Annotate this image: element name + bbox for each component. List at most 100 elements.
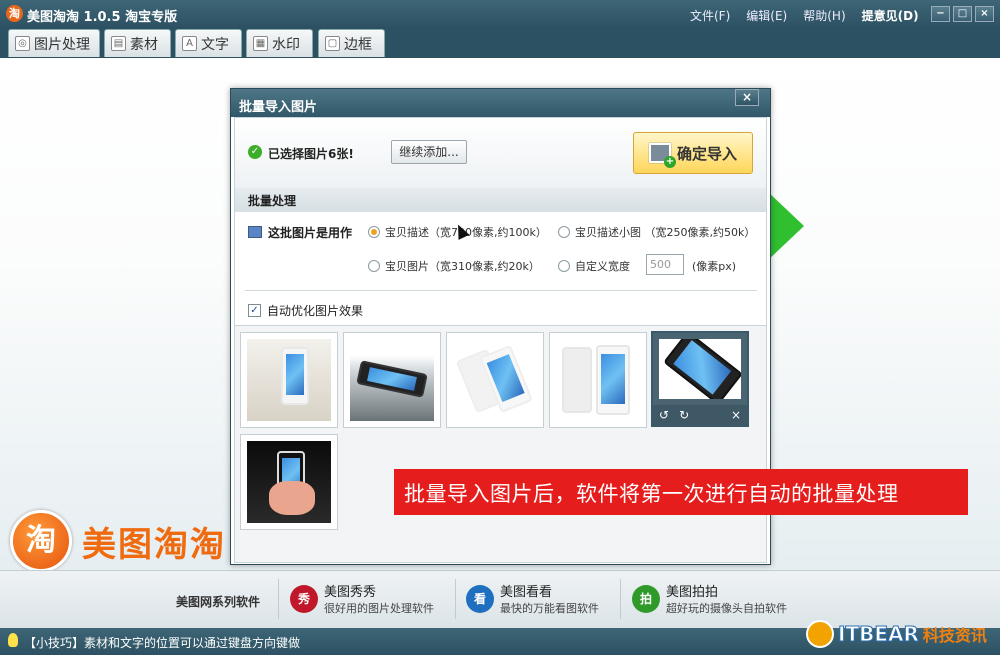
tab-border[interactable]: ▢ 边框 xyxy=(318,29,385,57)
watermark-cn: 科技资讯 xyxy=(922,626,987,645)
radio-item-image[interactable]: 宝贝图片（宽310像素,约20k） xyxy=(368,258,540,274)
radio-label: 宝贝图片（宽310像素,约20k） xyxy=(385,260,540,273)
paipai-icon: 拍 xyxy=(632,584,660,613)
rotate-left-icon[interactable]: ↺ xyxy=(659,408,669,422)
close-window-button[interactable]: × xyxy=(975,6,994,22)
radio-custom-width[interactable]: 自定义宽度 xyxy=(558,258,630,274)
title-bar: 淘 美图淘淘 1.0.5 淘宝专版 文件(F) 编辑(E) 帮助(H) 提意见(… xyxy=(0,0,1000,28)
thumbnail-6[interactable] xyxy=(240,434,338,530)
product-meitu-kankan[interactable]: 看 美图看看 最快的万能看图软件 xyxy=(466,581,599,616)
radio-dot[interactable] xyxy=(558,260,570,272)
check-circle-icon: ✓ xyxy=(248,145,262,159)
tab-bar: ◎ 图片处理 ▤ 素材 A 文字 ▦ 水印 ▢ 边框 xyxy=(0,28,1000,58)
divider xyxy=(620,579,621,619)
maximize-button[interactable]: □ xyxy=(953,6,972,22)
auto-optimize-option[interactable]: ✓ 自动优化图片效果 xyxy=(248,302,363,319)
photo-hand-iphone-side xyxy=(350,339,434,421)
material-icon: ▤ xyxy=(111,36,126,51)
brand-logo: 淘 美图淘淘 xyxy=(10,510,226,572)
radio-item-description-small[interactable]: 宝贝描述小图 （宽250像素,约50k） xyxy=(558,224,755,240)
text-icon: A xyxy=(182,36,197,51)
menu-edit[interactable]: 编辑(E) xyxy=(746,7,787,24)
thumbnail-controls: ↺ ↻ × xyxy=(653,405,747,425)
product-name: 美图秀秀 xyxy=(324,585,377,600)
annotation-caption: 批量导入图片后，软件将第一次进行自动的批量处理 xyxy=(394,469,968,515)
import-image-icon xyxy=(648,143,676,168)
thumbnail-1[interactable] xyxy=(240,332,338,428)
radio-label: 宝贝描述小图 （宽250像素,约50k） xyxy=(575,226,756,239)
window-title: 美图淘淘 1.0.5 淘宝专版 xyxy=(27,10,178,25)
bear-logo-icon xyxy=(806,620,834,648)
radio-dot[interactable] xyxy=(368,260,380,272)
selection-row: ✓ 已选择图片6张! 继续添加... 确定导入 xyxy=(235,118,766,188)
delete-icon[interactable]: × xyxy=(731,408,741,422)
menu-file[interactable]: 文件(F) xyxy=(690,7,730,24)
product-name: 美图看看 xyxy=(500,585,553,600)
window-controls: − □ × xyxy=(931,6,994,22)
divider xyxy=(245,290,757,291)
product-name: 美图拍拍 xyxy=(666,585,719,600)
product-desc: 最快的万能看图软件 xyxy=(500,602,599,615)
batch-processing-header: 批量处理 xyxy=(235,188,766,212)
hand-shape xyxy=(269,481,315,515)
tab-label: 素材 xyxy=(130,36,158,53)
border-icon: ▢ xyxy=(325,36,340,51)
tab-watermark[interactable]: ▦ 水印 xyxy=(246,29,313,57)
divider xyxy=(278,579,279,619)
watermark-icon: ▦ xyxy=(253,36,268,51)
product-meitu-xiuxiu[interactable]: 秀 美图秀秀 很好用的图片处理软件 xyxy=(290,581,434,616)
import-label: 确定导入 xyxy=(676,144,737,163)
thumbnail-4[interactable] xyxy=(549,332,647,428)
custom-width-input[interactable]: 500 xyxy=(646,254,684,275)
menu-feedback[interactable]: 提意见(D) xyxy=(862,7,919,24)
tab-label: 文字 xyxy=(201,36,229,53)
thumbnail-5-selected[interactable]: ↺ ↻ × xyxy=(651,331,749,427)
custom-width-unit: (像素px) xyxy=(692,260,737,273)
tip-text: 【小技巧】素材和文字的位置可以通过键盘方向键做 xyxy=(24,636,301,650)
confirm-import-button[interactable]: 确定导入 xyxy=(633,132,753,174)
divider xyxy=(455,579,456,619)
thumbnail-grid: ↺ ↻ × xyxy=(235,325,766,562)
minimize-button[interactable]: − xyxy=(931,6,950,22)
menu-help[interactable]: 帮助(H) xyxy=(803,7,845,24)
tab-label: 边框 xyxy=(344,36,372,53)
dialog-close-button[interactable]: × xyxy=(735,89,759,106)
auto-optimize-label: 自动优化图片效果 xyxy=(267,304,364,318)
picture-icon: ◎ xyxy=(15,36,30,51)
brand-name: 美图淘淘 xyxy=(82,524,226,565)
rotate-right-icon[interactable]: ↻ xyxy=(679,408,689,422)
usage-label: 这批图片是用作 xyxy=(268,226,353,240)
continue-add-button[interactable]: 继续添加... xyxy=(391,140,467,164)
tab-label: 图片处理 xyxy=(34,36,90,53)
lightbulb-icon xyxy=(8,633,18,647)
product-desc: 超好玩的摄像头自拍软件 xyxy=(666,602,787,615)
tab-image-processing[interactable]: ◎ 图片处理 xyxy=(8,29,100,57)
product-desc: 很好用的图片处理软件 xyxy=(324,602,434,615)
green-arrow-icon xyxy=(766,190,804,262)
tab-text[interactable]: A 文字 xyxy=(175,29,242,57)
photo-white-hand-iphone xyxy=(247,339,331,421)
radio-dot[interactable] xyxy=(558,226,570,238)
thumbnail-3[interactable] xyxy=(446,332,544,428)
auto-optimize-checkbox[interactable]: ✓ xyxy=(248,304,261,317)
tab-material[interactable]: ▤ 素材 xyxy=(104,29,171,57)
itbear-watermark: ITBEAR 科技资讯 xyxy=(806,620,987,648)
series-label: 美图网系列软件 xyxy=(176,595,261,609)
kankan-icon: 看 xyxy=(466,584,494,613)
radio-label: 自定义宽度 xyxy=(575,260,630,273)
photo-white-iphone-angle xyxy=(556,339,640,421)
menu-bar: 文件(F) 编辑(E) 帮助(H) 提意见(D) xyxy=(690,7,919,24)
tab-label: 水印 xyxy=(272,36,300,53)
photo-black-iphone xyxy=(659,339,741,399)
xiuxiu-icon: 秀 xyxy=(290,584,318,613)
photo-hand-pink-iphone xyxy=(247,441,331,523)
product-meitu-paipai[interactable]: 拍 美图拍拍 超好玩的摄像头自拍软件 xyxy=(632,581,787,616)
app-logo-icon: 淘 xyxy=(6,5,23,22)
image-usage-icon xyxy=(248,226,262,238)
watermark-latin: ITBEAR xyxy=(838,622,920,647)
taotao-logo-icon: 淘 xyxy=(10,510,72,572)
photo-white-iphones xyxy=(453,339,537,421)
dialog-title: 批量导入图片 xyxy=(231,89,770,117)
thumbnail-2[interactable] xyxy=(343,332,441,428)
radio-dot[interactable] xyxy=(368,226,380,238)
